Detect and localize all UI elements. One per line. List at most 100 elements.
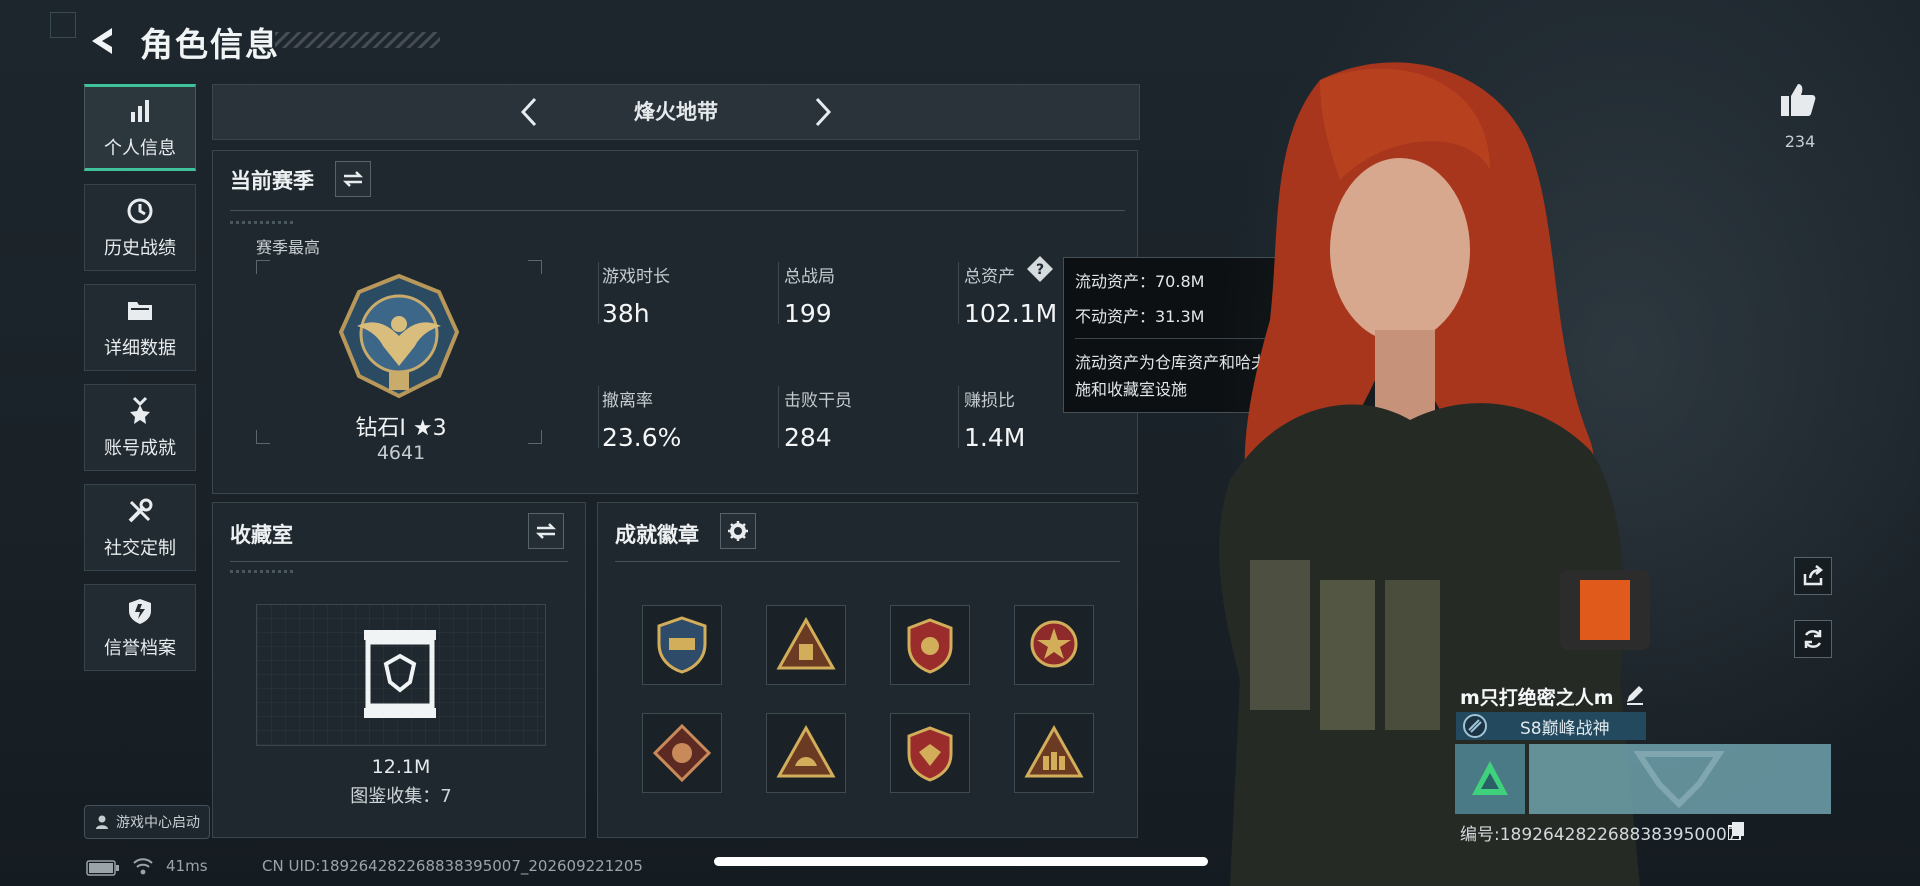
copy-uid-button[interactable] [1727,822,1744,841]
divider [958,262,959,324]
stat-label: 总战局 [784,267,835,287]
achievement-badge[interactable] [766,605,846,685]
stat-play-time: 游戏时长 38h [602,262,772,328]
achievement-badge[interactable] [642,713,722,793]
mode-name: 烽火地带 [634,100,718,124]
chevron-right-icon [815,97,832,127]
sidebar-item-label: 社交定制 [104,537,176,559]
like-button[interactable] [1778,80,1818,124]
sidebar-item-detail-data[interactable]: 详细数据 [84,284,196,371]
collection-title: 收藏室 [230,523,293,547]
achievement-badge[interactable] [1014,713,1094,793]
share-icon [1803,565,1824,586]
refresh-icon [1804,630,1822,648]
back-arrow-icon [92,28,112,54]
like-count: 234 [1784,132,1816,151]
achievement-badge[interactable] [890,713,970,793]
medal-icon [130,396,150,424]
swap-icon [342,171,364,187]
stat-label: 击败干员 [784,391,852,411]
player-banner[interactable] [1529,744,1831,814]
bar-chart-icon [131,99,149,122]
season-emblem-icon [1463,714,1487,738]
share-button[interactable] [1794,557,1832,595]
next-mode-button[interactable] [805,95,839,129]
stat-value: 199 [784,299,832,328]
prev-mode-button[interactable] [513,95,547,129]
soldiers-badge-icon [1024,724,1084,778]
refresh-button[interactable] [1794,620,1832,658]
collection-count: 图鉴收集：7 [350,786,452,807]
divider [598,262,599,324]
player-name: m只打绝密之人m [1460,687,1614,709]
title-decoration [275,32,440,48]
divider [615,561,1120,562]
sidebar-item-social[interactable]: 社交定制 [84,484,196,571]
rank-score: 4641 [376,442,426,464]
status-uid-text: CN UID:1892642822688383950​07_2026092212… [262,857,643,875]
sidebar-item-label: 账号成就 [104,437,176,459]
sidebar-item-history[interactable]: 历史战绩 [84,184,196,271]
season-best-label: 赛季最高 [256,238,321,257]
pencil-icon [1627,686,1643,705]
rank-name: 钻石I ★3 [355,416,447,441]
chevron-left-icon [520,97,537,127]
sidebar-item-reputation[interactable]: 信誉档案 [84,584,196,671]
game-center-launch-label: 游戏中心启动 [116,815,200,831]
stat-label: 游戏时长 [602,267,670,287]
shield-icon [129,598,151,624]
triangle-badge-icon [776,616,836,670]
diamond-rank-emblem [338,273,460,399]
stat-value: 1.4M [964,423,1026,452]
asset-help-button[interactable]: ? [1026,255,1054,283]
stat-label: 撤离率 [602,391,653,411]
sidebar-item-achievements[interactable]: 账号成就 [84,384,196,471]
divider-dots [230,221,296,224]
achievement-badge[interactable] [1014,605,1094,685]
stat-operators-defeated: 击败干员 284 [784,386,954,452]
achievement-settings-button[interactable] [720,513,756,549]
season-switch-button[interactable] [335,161,371,197]
triangle-emblem-icon [1472,761,1508,795]
stat-value: 38h [602,299,650,328]
divider [778,262,779,324]
game-center-launch-button[interactable]: 游戏中心启动 [84,805,210,839]
divider [778,386,779,448]
copy-icon [1727,822,1744,841]
back-button[interactable] [86,24,120,58]
stat-value: 23.6% [602,423,682,452]
edit-name-button[interactable] [1624,683,1646,705]
shield-badge-icon [907,618,953,674]
achievement-badge[interactable] [890,605,970,685]
sidebar-item-personal-info[interactable]: 个人信息 [84,84,196,171]
achievement-badge[interactable] [766,713,846,793]
achievement-badge[interactable] [642,605,722,685]
stat-value: 284 [784,423,832,452]
collection-switch-button[interactable] [528,513,564,549]
mode-selector: 烽火地带 [212,84,1140,140]
gear-icon [728,521,748,541]
folder-icon [128,301,152,320]
thumbs-up-icon [1781,84,1816,116]
player-emblem[interactable] [1455,744,1525,814]
collection-value: 12.1M [371,756,431,778]
divider [230,561,568,562]
sidebar-item-label: 历史战绩 [104,237,176,259]
divider [958,386,959,448]
sidebar-item-label: 详细数据 [104,337,176,359]
season-title-text: S8巅峰战神 [1520,718,1610,739]
season-title-tag: S8巅峰战神 [1456,712,1646,740]
swap-icon [535,523,557,539]
home-indicator[interactable] [714,857,1208,866]
battery-icon [86,860,120,876]
divider-dots [230,570,296,573]
triangle-badge-icon [776,724,836,778]
player-uid: 编号:1892642822688383950007 [1460,825,1738,845]
stat-extraction-rate: 撤离率 23.6% [602,386,772,452]
sidebar-item-label: 个人信息 [104,137,176,159]
banner-logo [1633,751,1725,809]
tools-icon [128,498,153,522]
stat-total-matches: 总战局 199 [784,262,954,328]
display-case-icon [364,630,436,718]
svg-text:?: ? [1036,262,1044,278]
